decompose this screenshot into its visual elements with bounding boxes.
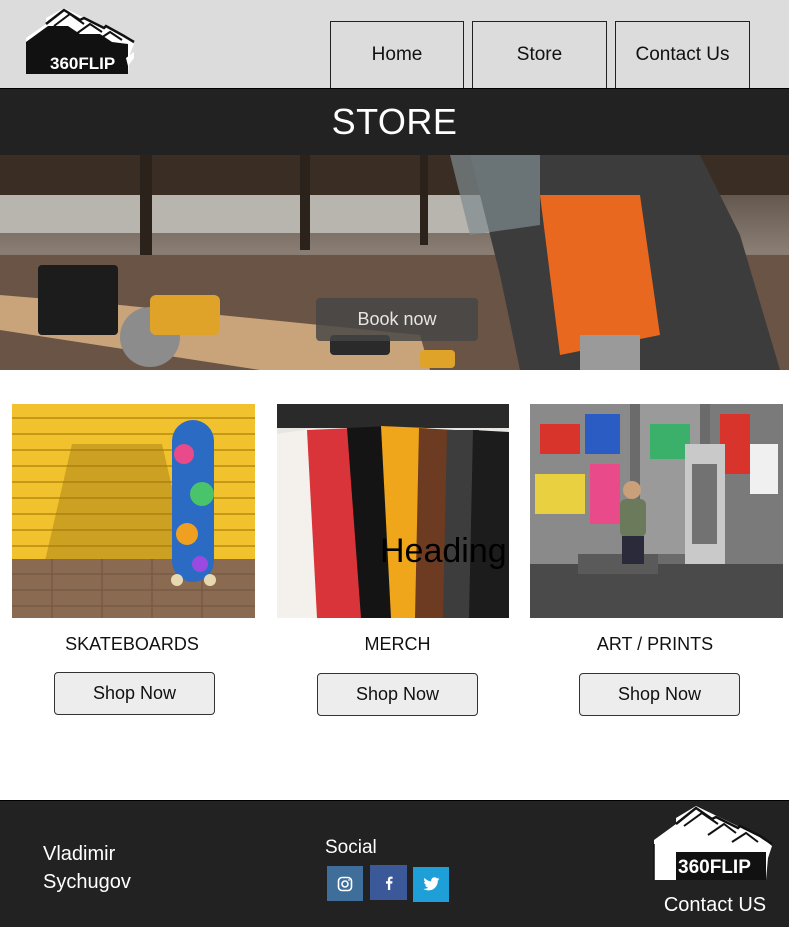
shop-now-skateboards-button[interactable]: Shop Now (54, 672, 215, 715)
skateboards-image[interactable] (12, 404, 255, 618)
social-heading: Social (325, 837, 377, 858)
shop-now-art-prints-button[interactable]: Shop Now (579, 673, 740, 716)
nav-home-button[interactable]: Home (330, 21, 464, 88)
art-prints-image[interactable] (530, 404, 783, 618)
art-prints-label: ART / PRINTS (596, 634, 714, 654)
page-title-band: STORE (0, 88, 789, 155)
merch-overlay-heading: Heading (380, 532, 507, 570)
nav-store-button[interactable]: Store (472, 21, 607, 88)
facebook-icon[interactable] (370, 865, 407, 900)
footer-logo-text: 360FLIP (678, 857, 751, 878)
footer-author: Vladimir Sychugov (43, 840, 163, 896)
merch-label: MERCH (364, 634, 431, 654)
author-first-name: Vladimir (43, 843, 116, 865)
skateboards-label: SKATEBOARDS (65, 634, 199, 654)
hero-banner: Book now (0, 155, 789, 370)
instagram-icon[interactable] (327, 866, 363, 901)
brand-logo[interactable]: 360FLIP (24, 8, 136, 76)
twitter-icon[interactable] (413, 867, 449, 902)
brand-logo-text: 360FLIP (50, 54, 115, 73)
merch-image[interactable] (277, 404, 509, 618)
book-now-button[interactable]: Book now (316, 298, 478, 341)
site-header: 360FLIP Home Store Contact Us (0, 0, 789, 88)
nav-contact-button[interactable]: Contact Us (615, 21, 750, 88)
author-last-name: Sychugov (43, 871, 131, 893)
footer-brand-logo[interactable]: 360FLIP (652, 806, 774, 882)
page-title: STORE (331, 101, 458, 142)
shop-now-merch-button[interactable]: Shop Now (317, 673, 478, 716)
footer-contact-link[interactable]: Contact US (640, 894, 789, 917)
